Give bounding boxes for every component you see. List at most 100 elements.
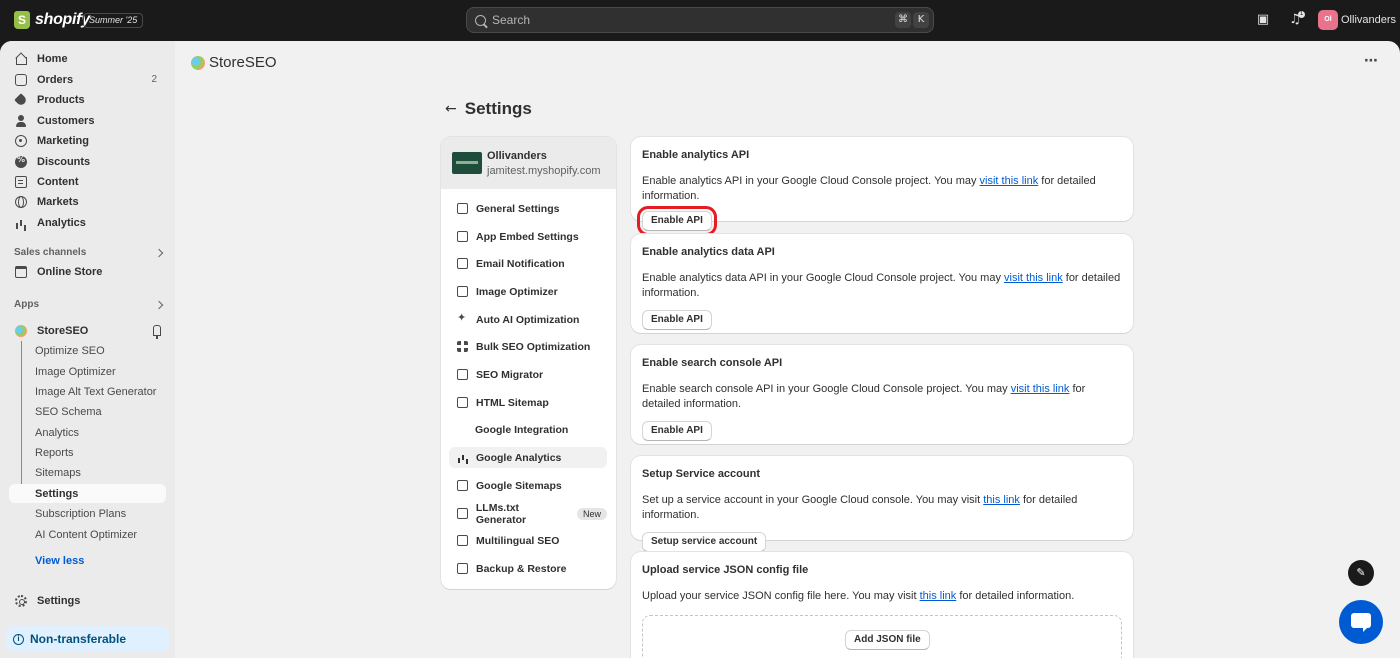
enable-analytics-data-api-button[interactable]: Enable API [642, 310, 712, 330]
sliders-icon [457, 203, 468, 214]
menu-google-sitemaps[interactable]: Google Sitemaps [449, 475, 607, 496]
visit-link[interactable]: visit this link [1004, 272, 1063, 284]
app-title: StoreSEO [209, 54, 277, 71]
apps-header[interactable]: Apps [14, 299, 166, 310]
menu-google-integration[interactable]: Google Integration [449, 419, 607, 440]
view-less-link[interactable]: View less [35, 555, 84, 567]
edition-badge[interactable]: Summer '25 [83, 13, 144, 28]
sitemap-icon [457, 480, 468, 491]
menu-seo-migrator[interactable]: SEO Migrator [449, 364, 607, 385]
sidebar-item-marketing[interactable]: Marketing [9, 131, 166, 150]
sidebar-item-storeseo[interactable]: StoreSEO [9, 321, 166, 340]
magic-icon [457, 311, 468, 325]
pin-icon[interactable] [153, 325, 161, 339]
sales-channels-header[interactable]: Sales channels [14, 247, 166, 258]
shopify-logo[interactable]: shopify [14, 11, 90, 29]
sidebar-item-content[interactable]: Content [9, 172, 166, 191]
admin-shell: Home Orders 2 Products Customers Marketin… [0, 41, 1400, 658]
this-link[interactable]: this link [983, 494, 1020, 506]
card-setup-service-account: Setup Service account Set up a service a… [631, 456, 1133, 552]
sidebar-item-settings[interactable]: Settings [9, 591, 166, 610]
sidebar-item-home[interactable]: Home [9, 49, 166, 68]
visit-link[interactable]: visit this link [980, 175, 1039, 187]
section-label: Apps [14, 299, 39, 310]
sidebar-subitem-optimize-seo[interactable]: Optimize SEO [9, 341, 166, 360]
card-text: Enable analytics API in your Google Clou… [642, 175, 980, 187]
sidebar-subitem-image-optimizer[interactable]: Image Optimizer [9, 362, 166, 381]
enable-analytics-api-button[interactable]: Enable API [637, 206, 717, 236]
json-dropzone[interactable]: Add JSON file [642, 615, 1122, 658]
sidebar-item-products[interactable]: Products [9, 90, 166, 109]
sidebar-item-label: Markets [37, 195, 79, 208]
menu-backup-restore[interactable]: Backup & Restore [449, 558, 607, 579]
inbox-icon [15, 73, 27, 86]
setup-service-account-button[interactable]: Setup service account [642, 532, 767, 552]
card-title: Enable search console API [642, 357, 783, 369]
menu-html-sitemap[interactable]: HTML Sitemap [449, 392, 607, 413]
search-bar[interactable]: ⌘ K [466, 7, 934, 33]
menu-llms-txt-generator[interactable]: LLMs.txt Generator New [449, 501, 607, 526]
sidebar-item-markets[interactable]: Markets [9, 192, 166, 211]
card-text: Upload your service JSON config file her… [642, 590, 920, 602]
sidebar-subitem-ai-content-optimizer[interactable]: AI Content Optimizer [9, 525, 166, 544]
this-link[interactable]: this link [920, 590, 957, 602]
new-badge: New [576, 507, 607, 520]
sidebar-item-orders[interactable]: Orders 2 [9, 70, 166, 89]
sidebar-subitem-reports[interactable]: Reports [9, 443, 166, 462]
more-options-icon[interactable]: ⋯ [1364, 53, 1378, 69]
menu-label: Google Sitemaps [476, 479, 562, 492]
menu-auto-ai-optimization[interactable]: Auto AI Optimization [449, 309, 607, 330]
document-icon [15, 175, 27, 188]
menu-multilingual-seo[interactable]: Multilingual SEO [449, 530, 607, 551]
card-text: Enable search console API in your Google… [642, 383, 1011, 395]
non-transferable-banner[interactable]: i Non-transferable [6, 626, 169, 652]
sidebar-subitem-image-alt-text[interactable]: Image Alt Text Generator [9, 382, 166, 401]
menu-general-settings[interactable]: General Settings [449, 198, 607, 219]
store-name: Ollivanders [487, 149, 547, 162]
sidebar-subitem-seo-schema[interactable]: SEO Schema [9, 402, 166, 421]
card-description: Upload your service JSON config file her… [642, 589, 1122, 604]
migrate-icon [457, 369, 468, 380]
sidebar-item-analytics[interactable]: Analytics [9, 213, 166, 232]
card-title: Setup Service account [642, 468, 760, 480]
menu-google-analytics[interactable]: Google Analytics [449, 447, 607, 468]
main-content: StoreSEO ⋯ ← Settings Ollivanders jamite… [175, 41, 1400, 658]
sidebar-subitem-sitemaps[interactable]: Sitemaps [9, 463, 166, 482]
menu-app-embed-settings[interactable]: App Embed Settings [449, 226, 607, 247]
bar-chart-icon [457, 452, 468, 463]
magic-assistant-button[interactable]: ✎ [1348, 560, 1374, 586]
add-json-file-button[interactable]: Add JSON file [845, 630, 930, 650]
section-label: Sales channels [14, 247, 87, 258]
sidebar-item-label: Home [37, 52, 68, 65]
back-arrow-icon[interactable]: ← [445, 101, 457, 117]
sidebar-subitem-analytics[interactable]: Analytics [9, 423, 166, 442]
search-input[interactable] [492, 13, 872, 27]
top-bar: shopify Summer '25 ⌘ K ▣ ♫ 1 Ol Ollivand… [0, 0, 1400, 41]
shopify-bag-icon [14, 11, 30, 29]
sidebar-item-label: Customers [37, 114, 95, 127]
menu-label: Google Analytics [476, 451, 562, 464]
store-thumbnail [452, 152, 482, 174]
enable-search-console-api-button[interactable]: Enable API [642, 421, 712, 441]
menu-image-optimizer[interactable]: Image Optimizer [449, 281, 607, 302]
sidebar-item-customers[interactable]: Customers [9, 111, 166, 130]
command-key: ⌘ [895, 12, 911, 28]
sidebar-subitem-subscription-plans[interactable]: Subscription Plans [9, 504, 166, 523]
menu-bulk-seo-optimization[interactable]: Bulk SEO Optimization [449, 336, 607, 357]
k-key: K [913, 12, 929, 28]
app-header: StoreSEO [191, 54, 277, 71]
sidebar-item-discounts[interactable]: Discounts [9, 152, 166, 171]
store-domain: jamitest.myshopify.com [487, 164, 601, 177]
visit-link[interactable]: visit this link [1011, 383, 1070, 395]
sidebar-item-online-store[interactable]: Online Store [9, 262, 166, 281]
store-name[interactable]: Ollivanders [1341, 14, 1396, 26]
sidebar-subitem-settings[interactable]: Settings [9, 484, 166, 503]
avatar[interactable]: Ol [1318, 10, 1338, 30]
inbox-icon[interactable]: ▣ [1254, 11, 1272, 29]
card-title: Enable analytics data API [642, 246, 775, 258]
card-enable-analytics-api: Enable analytics API Enable analytics AP… [631, 137, 1133, 236]
menu-label: LLMs.txt Generator [475, 501, 527, 526]
menu-email-notification[interactable]: Email Notification [449, 253, 607, 274]
menu-label: General Settings [476, 202, 560, 215]
chat-button[interactable] [1339, 600, 1383, 644]
